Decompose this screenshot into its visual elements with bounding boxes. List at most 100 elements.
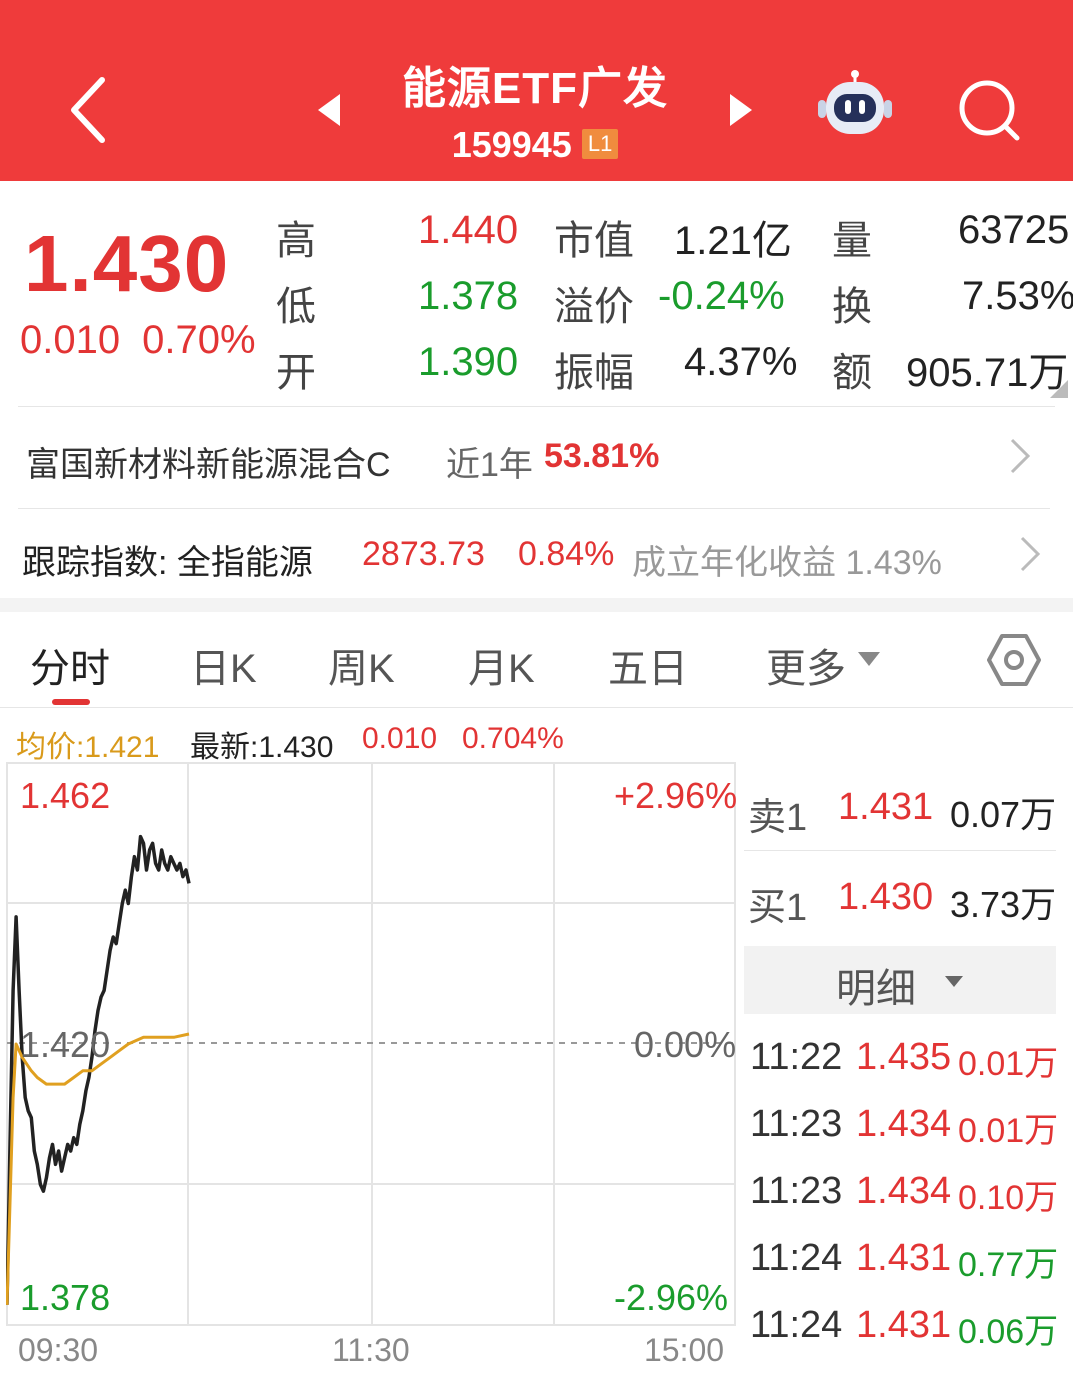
ask1-price: 1.431 [838,786,934,828]
bid1-price: 1.430 [838,876,934,918]
detail-label: 明细 [836,967,916,1011]
tracking-index-label[interactable]: 跟踪指数: 全指能源 [22,535,313,584]
trade-price: 1.435 [856,1036,952,1078]
chevron-right-icon[interactable] [1004,436,1034,476]
mktcap-value: 1.21亿 [674,219,792,263]
y-tick-mid: 1.420 [20,1024,111,1065]
price-change: 0.010 0.70% [20,318,256,363]
pct-tick-bottom: -2.96% [614,1277,729,1318]
avg-price-label: 均价: [16,731,85,764]
amount-value: 905.71万 [906,351,1069,395]
volume-label: 量 [832,219,872,263]
open-label: 开 [276,351,316,395]
pct-tick-top: +2.96% [614,775,738,816]
turnover-label: 换 [832,285,872,329]
trade-volume: 0.77万 [958,1246,1059,1284]
change-percent: 0.70% [142,318,256,362]
high-label: 高 [276,219,316,263]
trade-price: 1.431 [856,1304,952,1346]
next-stock-icon[interactable] [726,90,756,130]
trade-time: 11:23 [750,1103,843,1145]
trade-price: 1.431 [856,1237,952,1279]
y-tick-top: 1.462 [20,775,111,816]
divider [18,508,1050,509]
latest-price: 最新:1.430 [190,722,333,766]
price-line [6,834,191,1305]
x-tick-midday: 11:30 [332,1332,410,1368]
page-title: 能源ETF广发 [401,64,669,113]
tab-five-day[interactable]: 五日 [608,636,688,694]
ask1-volume: 0.07万 [950,794,1057,835]
premium-label: 溢价 [554,285,634,329]
back-icon[interactable] [60,70,120,150]
divider [0,707,1073,708]
search-icon[interactable] [955,76,1025,146]
annualized-return-value: 1.43% [845,544,942,582]
caret-down-icon [945,976,963,987]
annualized-return: 成立年化收益 1.43% [632,535,942,584]
top-bar: 能源ETF广发 159945 L1 [0,0,1073,181]
expand-corner-icon[interactable] [1050,380,1068,398]
trade-time: 11:22 [750,1036,843,1078]
index-change-percent: 0.84% [518,535,615,573]
low-value: 1.378 [418,274,519,318]
low-label: 低 [276,285,316,329]
open-value: 1.390 [418,340,519,384]
index-value: 2873.73 [362,535,485,573]
trade-time: 11:23 [750,1170,843,1212]
level-badge: L1 [581,129,619,159]
chart-grid [6,762,736,1326]
trade-volume: 0.10万 [958,1179,1059,1217]
chevron-right-icon[interactable] [1014,534,1044,574]
x-tick-open: 09:30 [18,1332,99,1368]
chart-series [6,834,191,1305]
divider [18,406,1055,407]
amount-label: 额 [832,351,872,395]
ask1-label: 卖1 [748,797,808,839]
trade-volume: 0.01万 [958,1112,1059,1150]
trade-price: 1.434 [856,1103,952,1145]
annualized-return-label: 成立年化收益 [632,544,836,582]
prev-stock-icon[interactable] [314,90,344,130]
trade-price: 1.434 [856,1170,952,1212]
pct-tick-mid: 0.00% [634,1024,737,1065]
trade-volume: 0.01万 [958,1045,1059,1083]
settings-icon[interactable] [986,632,1042,688]
section-gap [0,598,1073,612]
legend-change-percent: 0.704% [462,722,564,755]
tab-weekly-k[interactable]: 周K [328,636,395,694]
change-value: 0.010 [20,318,121,362]
high-value: 1.440 [418,208,519,252]
premium-value: -0.24% [658,274,785,318]
robot-assistant-icon[interactable] [812,68,898,144]
average-price-line [6,1032,190,1305]
tab-intraday[interactable]: 分时 [30,636,110,694]
stock-code-row: 159945 L1 [360,124,710,166]
last-price: 1.430 [24,219,230,308]
stock-code: 159945 [451,124,572,165]
tab-daily-k[interactable]: 日K [190,636,257,694]
tab-monthly-k[interactable]: 月K [468,636,535,694]
trade-time: 11:24 [750,1237,843,1279]
mktcap-label: 市值 [554,219,634,263]
volume-value: 63725 [958,208,1070,252]
chart-legend: 均价:1.421 最新:1.430 0.010 0.704% [0,718,740,764]
turnover-value: 7.53% [962,274,1073,318]
fund-name: 富国新材料新能源混合C [26,446,391,484]
latest-price-value: 1.430 [258,731,334,764]
amplitude-label: 振幅 [554,351,634,395]
latest-price-label: 最新: [190,731,259,764]
fund-period: 近1年 [446,446,533,484]
avg-price-value: 1.421 [84,731,160,764]
fund-return: 53.81% [544,437,660,475]
x-tick-close: 15:00 [644,1332,725,1368]
bid1-volume: 3.73万 [950,884,1057,925]
bid1-label: 买1 [748,887,808,929]
tab-more[interactable]: 更多 [766,636,846,694]
trade-volume: 0.06万 [958,1313,1059,1351]
legend-change: 0.010 [362,722,438,755]
trade-time: 11:24 [750,1304,843,1346]
divider [744,850,1056,851]
y-tick-bottom: 1.378 [20,1277,111,1318]
active-tab-indicator [52,699,90,705]
